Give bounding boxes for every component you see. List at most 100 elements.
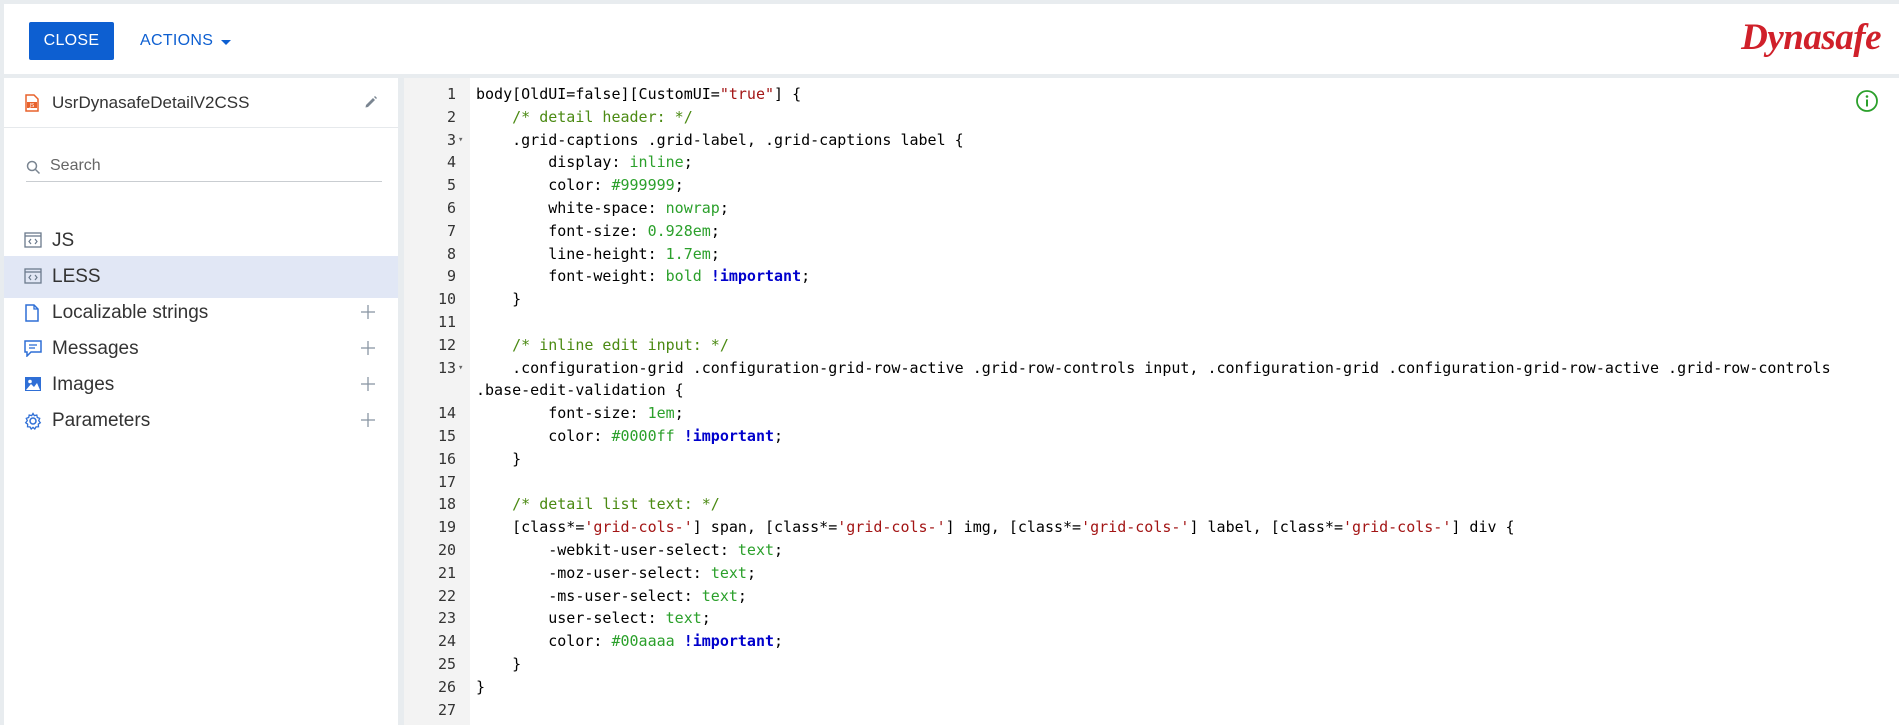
top-toolbar: CLOSE ACTIONS Dynasafe [4,4,1899,74]
code-line[interactable]: 11 [404,311,1899,334]
code-line[interactable]: 15 color: #0000ff !important; [404,425,1899,448]
svg-text:JS: JS [29,103,35,109]
code-token: !important [683,427,775,445]
code-token: ; [710,244,720,263]
add-icon[interactable] [358,302,378,322]
code-line[interactable]: .base-edit-validation { [404,379,1899,402]
code-token: } [476,677,486,696]
code-text: white-space: nowrap; [476,197,729,220]
code-line[interactable]: 26} [404,676,1899,699]
info-icon[interactable] [1855,89,1879,118]
pencil-icon[interactable] [364,95,378,114]
caret-down-icon [221,39,232,45]
actions-label: ACTIONS [140,32,214,49]
line-number: 10 [437,290,456,309]
code-token: ; [774,427,784,445]
line-number: 20 [437,541,456,559]
code-token: !important [683,632,775,651]
line-number: 8 [446,244,456,263]
close-button[interactable]: CLOSE [29,22,114,60]
code-text: font-weight: bold !important; [476,265,810,288]
code-token: text [701,586,738,605]
add-icon[interactable] [358,338,378,358]
line-number: 15 [437,427,456,445]
code-line[interactable]: 17 [404,471,1899,494]
code-editor[interactable]: 1 body[OldUI=false][CustomUI="true"] {2 /… [404,78,1899,725]
line-number: 9 [446,267,456,286]
fold-arrow-icon[interactable]: ▾ [458,357,463,380]
code-line[interactable]: 25 } [404,653,1899,676]
line-number: 26 [437,677,456,696]
code-token: font-size: [476,221,648,240]
code-line[interactable]: 6 white-space: nowrap; [404,197,1899,220]
code-text: .grid-captions .grid-label, .grid-captio… [476,129,964,152]
search-box [26,152,382,182]
code-token: ; [683,153,693,172]
code-line[interactable]: 21 -moz-user-select: text; [404,562,1899,585]
code-text: [class*='grid-cols-'] span, [class*='gri… [476,516,1514,539]
code-line[interactable]: 19 [class*='grid-cols-'] span, [class*='… [404,516,1899,539]
js-file-icon: JS [24,94,40,117]
code-line[interactable]: 13 ▾ .configuration-grid .configuration-g… [404,357,1899,380]
search-input[interactable] [50,154,375,178]
code-line[interactable]: 24 color: #00aaaa !important; [404,630,1899,653]
code-token: color: [476,632,612,651]
code-token: 'grid-cols-' [837,518,946,537]
code-line[interactable]: 7 font-size: 0.928em; [404,220,1899,243]
code-token: -ms-user-select: [476,586,702,605]
code-line[interactable]: 16 } [404,448,1899,471]
code-token: user-select: [476,609,666,628]
code-text: color: #999999; [476,174,683,197]
code-token: ; [674,404,684,423]
code-line[interactable]: 1 body[OldUI=false][CustomUI="true"] { [404,83,1899,106]
code-line[interactable]: 12 /* inline edit input: */ [404,334,1899,357]
code-line[interactable]: 14 font-size: 1em; [404,402,1899,425]
add-icon[interactable] [358,410,378,430]
code-line[interactable]: 27 [404,699,1899,722]
code-text: /* detail header: */ [476,106,693,129]
code-text: color: #00aaaa !important; [476,630,783,653]
code-line[interactable]: 4 display: inline; [404,151,1899,174]
sidebar-item-label: JS [52,230,75,251]
code-line[interactable]: 3 ▾ .grid-captions .grid-label, .grid-cap… [404,129,1899,152]
code-text: } [476,448,521,471]
code-line[interactable]: 20 -webkit-user-select: text; [404,539,1899,562]
code-token: ; [774,541,784,559]
code-line[interactable]: 8 line-height: 1.7em; [404,243,1899,266]
line-number: 27 [437,700,456,719]
fold-arrow-icon[interactable]: ▾ [458,129,463,152]
line-number: 5 [446,176,456,195]
code-token: ; [710,221,720,240]
line-number: 21 [437,563,456,582]
document-icon [24,304,44,322]
code-token: white-space: [476,199,666,217]
image-icon [24,376,44,394]
code-token: } [476,290,522,309]
sidebar-item-parameters[interactable]: Parameters [4,400,398,442]
code-text: -ms-user-select: text; [476,585,747,608]
code-line[interactable]: 10 } [404,288,1899,311]
actions-dropdown[interactable]: ACTIONS [140,22,232,60]
code-token: .configuration-grid .configuration-grid-… [476,358,1831,377]
code-text: color: #0000ff !important; [476,425,783,448]
code-token: font-weight: [476,267,666,286]
code-line[interactable]: 18 /* detail list text: */ [404,493,1899,516]
code-token: ] span, [class*= [692,518,838,537]
code-line[interactable]: 2 /* detail header: */ [404,106,1899,129]
code-token: ; [801,267,811,286]
code-line[interactable]: 22 -ms-user-select: text; [404,585,1899,608]
add-icon[interactable] [358,374,378,394]
code-token: ; [701,609,711,628]
code-token: ] img, [class*= [945,518,1082,537]
code-line[interactable]: 5 color: #999999; [404,174,1899,197]
line-number: 22 [437,586,456,605]
code-token: 1.7em [665,244,711,263]
code-line[interactable]: 9 font-weight: bold !important; [404,265,1899,288]
code-token: #00aaaa [611,632,675,651]
code-line[interactable]: 23 user-select: text; [404,607,1899,630]
code-token: ] { [774,85,802,103]
code-token: text [710,563,747,582]
